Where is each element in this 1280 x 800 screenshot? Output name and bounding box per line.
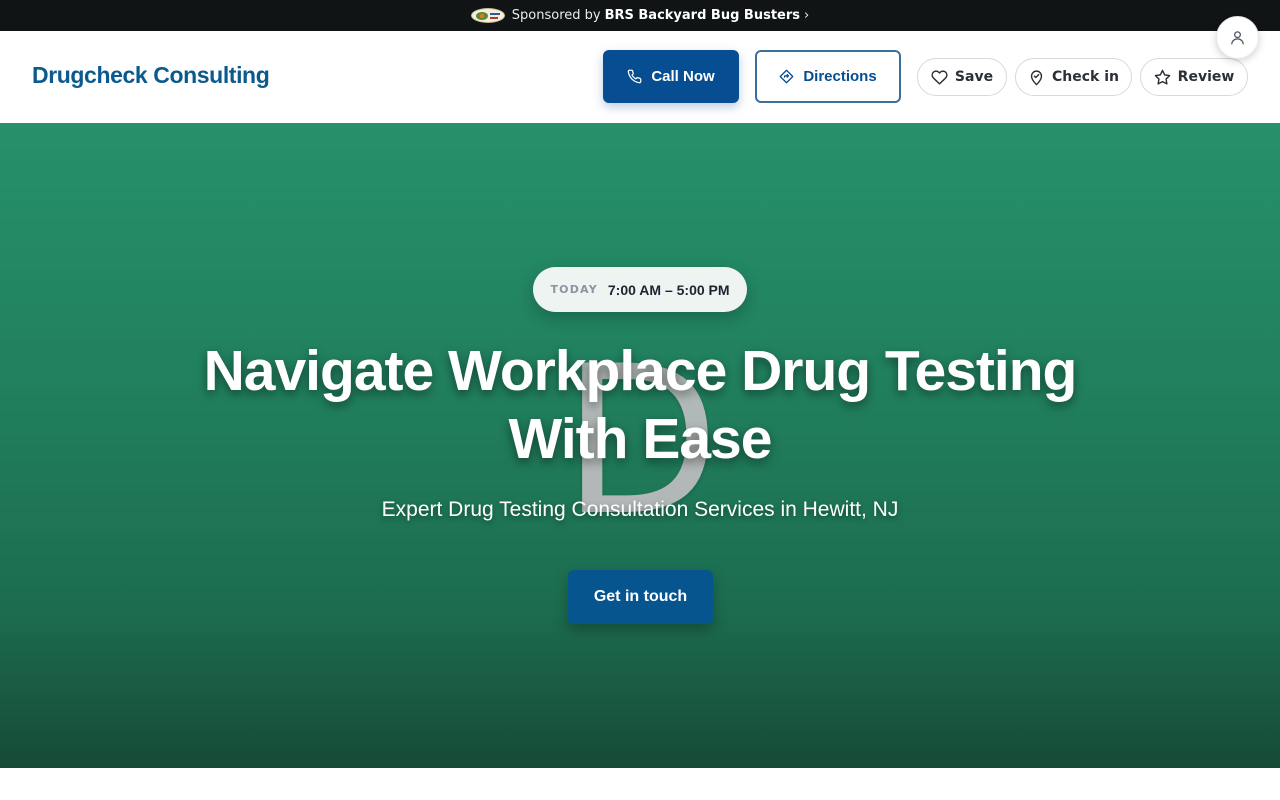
site-header: Drugcheck Consulting Call Now Directions… (0, 31, 1280, 123)
sponsor-banner[interactable]: Sponsored by BRS Backyard Bug Busters › (0, 0, 1280, 31)
hours-label: TODAY (550, 283, 598, 296)
account-button[interactable] (1216, 16, 1259, 59)
hours-badge: TODAY 7:00 AM – 5:00 PM (533, 267, 747, 312)
save-label: Save (954, 69, 994, 85)
call-now-label: Call Now (651, 68, 715, 85)
directions-button[interactable]: Directions (755, 50, 901, 103)
hero-subtitle: Expert Drug Testing Consultation Service… (381, 498, 899, 521)
save-button[interactable]: Save (917, 58, 1007, 96)
phone-icon (628, 69, 642, 84)
hours-value: 7:00 AM – 5:00 PM (607, 281, 730, 298)
hero-title-line-2: With Ease (508, 407, 773, 471)
check-in-label: Check in (1052, 69, 1119, 85)
hero-title: Navigate Workplace Drug Testing With Eas… (140, 337, 1140, 473)
review-label: Review (1177, 69, 1235, 85)
get-in-touch-label: Get in touch (593, 588, 688, 605)
directions-label: Directions (803, 68, 877, 85)
get-in-touch-button[interactable]: Get in touch (568, 570, 713, 624)
map-pin-icon (1030, 69, 1043, 85)
directions-icon (779, 69, 794, 84)
sponsor-logo-icon (470, 8, 505, 23)
chevron-right-icon: › (804, 8, 810, 23)
hero-title-line-1: Navigate Workplace Drug Testing (203, 339, 1078, 403)
sponsor-name[interactable]: BRS Backyard Bug Busters (605, 8, 800, 23)
brand-name[interactable]: Drugcheck Consulting (32, 62, 270, 89)
user-icon (1231, 31, 1244, 45)
hero-section: D TODAY 7:00 AM – 5:00 PM Navigate Workp… (0, 123, 1280, 768)
call-now-button[interactable]: Call Now (603, 50, 739, 103)
check-in-button[interactable]: Check in (1015, 58, 1132, 96)
heart-icon (931, 69, 948, 85)
star-icon (1154, 69, 1170, 85)
sponsor-prefix: Sponsored by (511, 8, 601, 23)
review-button[interactable]: Review (1140, 58, 1248, 96)
